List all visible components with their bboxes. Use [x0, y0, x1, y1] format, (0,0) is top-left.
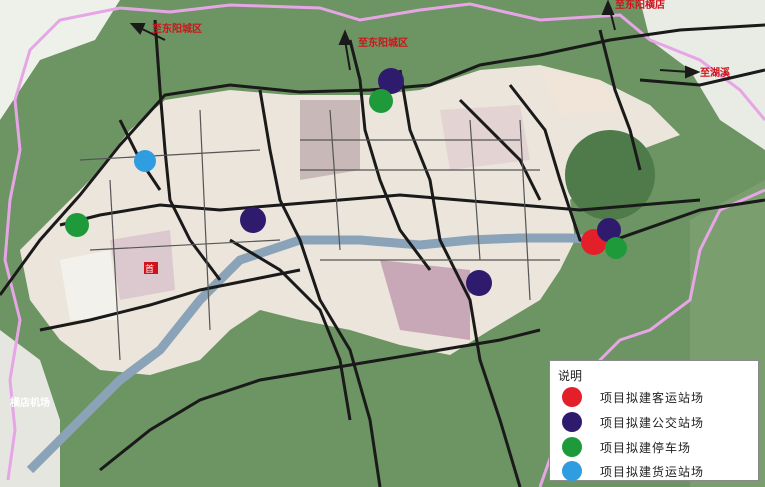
label-top-right: 至东阳横店	[615, 0, 665, 11]
parking-marker[interactable]	[369, 89, 393, 113]
label-hu: 至湖溪	[700, 66, 731, 79]
label-dongyang-top: 至东阳城区	[152, 22, 202, 35]
legend-label: 项目拟建停车场	[600, 440, 692, 455]
urban-block	[110, 230, 175, 300]
legend-item-freight: 项目拟建货运站场	[562, 461, 704, 481]
legend-item-bus: 项目拟建公交站场	[562, 412, 704, 432]
bus-station-marker[interactable]	[240, 207, 266, 233]
label-city-center: 首	[145, 263, 154, 275]
parking-marker[interactable]	[605, 237, 627, 259]
purple-circle-icon	[562, 412, 582, 432]
urban-block	[60, 250, 120, 320]
green-circle-icon	[562, 437, 582, 457]
legend-label: 项目拟建公交站场	[600, 415, 705, 430]
blue-circle-icon	[562, 461, 582, 481]
label-dongyang-mid: 至东阳城区	[358, 36, 408, 49]
legend-title: 说明	[558, 369, 583, 383]
legend-item-passenger: 项目拟建客运站场	[562, 387, 704, 407]
bus-station-marker[interactable]	[466, 270, 492, 296]
legend-item-parking: 项目拟建停车场	[562, 437, 691, 457]
freight-station-marker[interactable]	[134, 150, 156, 172]
parking-marker[interactable]	[65, 213, 89, 237]
legend-label: 项目拟建客运站场	[600, 390, 705, 405]
red-circle-icon	[562, 387, 582, 407]
legend-label: 项目拟建货运站场	[600, 464, 705, 479]
map-legend: 说明 项目拟建客运站场 项目拟建公交站场 项目拟建停车场 项目拟建货运站场	[549, 360, 759, 481]
label-hengdian-airport: 横店机场	[10, 396, 50, 409]
urban-block	[440, 105, 530, 170]
